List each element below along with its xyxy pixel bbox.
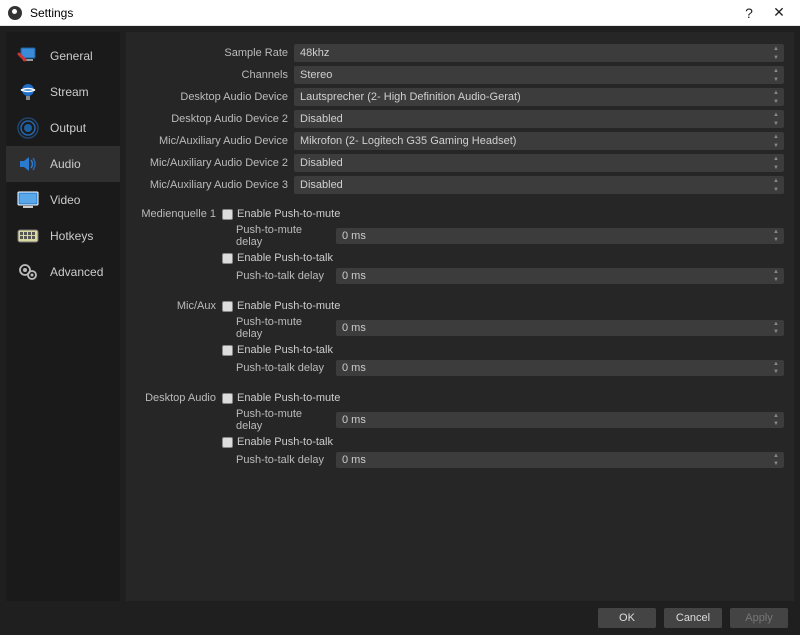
sidebar-item-general[interactable]: General [6, 38, 120, 74]
sidebar-item-label: General [50, 49, 93, 63]
spinner-icon: ▲▼ [770, 44, 782, 62]
settings-sidebar: General Stream [6, 32, 120, 601]
push-to-mute-delay-input[interactable]: 0 ms▲▼ [336, 320, 784, 336]
push-to-mute-delay-input[interactable]: 0 ms▲▼ [336, 228, 784, 244]
checkbox-label: Enable Push-to-talk [237, 344, 333, 356]
select-value: Lautsprecher (2- High Definition Audio-G… [300, 91, 521, 103]
close-button[interactable]: ✕ [764, 1, 794, 25]
enable-push-to-mute-checkbox[interactable] [222, 393, 233, 404]
section-label: Medienquelle 1 [136, 206, 216, 286]
field-label: Mic/Auxiliary Audio Device 3 [136, 179, 288, 191]
spinner-icon: ▲▼ [770, 320, 782, 336]
sidebar-item-video[interactable]: Video [6, 182, 120, 218]
video-icon [16, 189, 40, 211]
sidebar-item-label: Video [50, 193, 80, 207]
value-label: Push-to-mute delay [222, 408, 330, 432]
value-label: Push-to-talk delay [222, 362, 330, 374]
value-label: Push-to-mute delay [222, 316, 330, 340]
sidebar-item-output[interactable]: Output [6, 110, 120, 146]
field-label: Mic/Auxiliary Audio Device 2 [136, 157, 288, 169]
checkbox-label: Enable Push-to-mute [237, 392, 340, 404]
advanced-icon [16, 261, 40, 283]
value-label: Push-to-talk delay [222, 270, 330, 282]
value-label: Push-to-talk delay [222, 454, 330, 466]
spinner-icon: ▲▼ [770, 268, 782, 284]
select-value: 48khz [300, 47, 329, 59]
sample-rate-select[interactable]: 48khz ▲▼ [294, 44, 784, 62]
settings-content: Sample Rate 48khz ▲▼ Channels Stereo ▲▼ … [126, 32, 794, 601]
spinner-icon: ▲▼ [770, 412, 782, 428]
select-value: Disabled [300, 157, 343, 169]
push-to-talk-delay-input[interactable]: 0 ms▲▼ [336, 452, 784, 468]
spinner-icon: ▲▼ [770, 154, 782, 172]
spinner-icon: ▲▼ [770, 66, 782, 84]
value-label: Push-to-mute delay [222, 224, 330, 248]
select-value: Disabled [300, 179, 343, 191]
apply-button[interactable]: Apply [730, 608, 788, 628]
desktop-audio-2-select[interactable]: Disabled ▲▼ [294, 110, 784, 128]
sidebar-item-label: Stream [50, 85, 89, 99]
enable-push-to-mute-checkbox[interactable] [222, 209, 233, 220]
desktop-audio-select[interactable]: Lautsprecher (2- High Definition Audio-G… [294, 88, 784, 106]
enable-push-to-talk-checkbox[interactable] [222, 253, 233, 264]
spinner-icon: ▲▼ [770, 228, 782, 244]
section-label: Mic/Aux [136, 298, 216, 378]
sidebar-item-label: Hotkeys [50, 229, 93, 243]
field-label: Channels [136, 69, 288, 81]
spinner-icon: ▲▼ [770, 176, 782, 194]
sidebar-item-label: Advanced [50, 265, 103, 279]
section-label: Desktop Audio [136, 390, 216, 470]
spinner-icon: ▲▼ [770, 452, 782, 468]
select-value: Disabled [300, 113, 343, 125]
sidebar-item-label: Audio [50, 157, 81, 171]
select-value: Stereo [300, 69, 332, 81]
enable-push-to-talk-checkbox[interactable] [222, 437, 233, 448]
field-label: Mic/Auxiliary Audio Device [136, 135, 288, 147]
output-icon [16, 117, 40, 139]
push-to-talk-delay-input[interactable]: 0 ms▲▼ [336, 360, 784, 376]
spinner-icon: ▲▼ [770, 132, 782, 150]
spinner-icon: ▲▼ [770, 88, 782, 106]
checkbox-label: Enable Push-to-talk [237, 436, 333, 448]
stream-icon [16, 81, 40, 103]
ok-button[interactable]: OK [598, 608, 656, 628]
spinner-icon: ▲▼ [770, 360, 782, 376]
help-button[interactable]: ? [734, 1, 764, 25]
sidebar-item-stream[interactable]: Stream [6, 74, 120, 110]
enable-push-to-talk-checkbox[interactable] [222, 345, 233, 356]
checkbox-label: Enable Push-to-mute [237, 300, 340, 312]
cancel-button[interactable]: Cancel [664, 608, 722, 628]
sidebar-item-hotkeys[interactable]: Hotkeys [6, 218, 120, 254]
sidebar-item-label: Output [50, 121, 86, 135]
select-value: Mikrofon (2- Logitech G35 Gaming Headset… [300, 135, 516, 147]
audio-icon [16, 153, 40, 175]
field-label: Desktop Audio Device 2 [136, 113, 288, 125]
checkbox-label: Enable Push-to-mute [237, 208, 340, 220]
field-label: Sample Rate [136, 47, 288, 59]
sidebar-item-audio[interactable]: Audio [6, 146, 120, 182]
spinner-icon: ▲▼ [770, 110, 782, 128]
mic-aux-3-select[interactable]: Disabled ▲▼ [294, 176, 784, 194]
mic-aux-2-select[interactable]: Disabled ▲▼ [294, 154, 784, 172]
general-icon [16, 45, 40, 67]
window-title: Settings [30, 6, 73, 20]
field-label: Desktop Audio Device [136, 91, 288, 103]
mic-aux-select[interactable]: Mikrofon (2- Logitech G35 Gaming Headset… [294, 132, 784, 150]
sidebar-item-advanced[interactable]: Advanced [6, 254, 120, 290]
checkbox-label: Enable Push-to-talk [237, 252, 333, 264]
hotkeys-icon [16, 225, 40, 247]
titlebar: Settings ? ✕ [0, 0, 800, 26]
push-to-talk-delay-input[interactable]: 0 ms▲▼ [336, 268, 784, 284]
app-icon [8, 6, 22, 20]
channels-select[interactable]: Stereo ▲▼ [294, 66, 784, 84]
push-to-mute-delay-input[interactable]: 0 ms▲▼ [336, 412, 784, 428]
enable-push-to-mute-checkbox[interactable] [222, 301, 233, 312]
dialog-footer: OK Cancel Apply [0, 601, 800, 635]
